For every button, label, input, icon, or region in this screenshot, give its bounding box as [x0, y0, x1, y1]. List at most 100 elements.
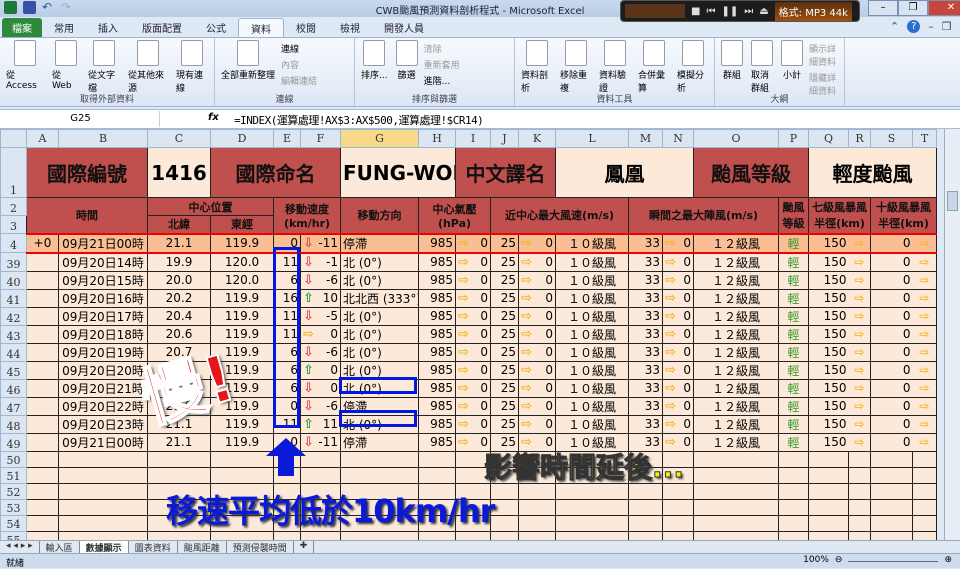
empty-cell[interactable] [871, 467, 913, 483]
cell-gust-delta[interactable]: ⇨0 [663, 325, 694, 343]
empty-cell[interactable] [491, 499, 519, 515]
cell-lon[interactable]: 119.9 [211, 307, 274, 325]
cell-wind[interactable]: 25 [491, 379, 519, 397]
workbook-restore-icon[interactable]: ❐ [942, 20, 952, 33]
column-header-O[interactable]: O [694, 130, 779, 148]
select-all-corner[interactable] [1, 130, 27, 148]
cell-ty-level[interactable]: 輕 [779, 379, 809, 397]
cell-time[interactable]: 09月20日16時 [59, 289, 148, 307]
cell-gust-level[interactable]: １２級風 [694, 397, 779, 415]
sheet-tab[interactable]: 預測侵襲時間 [227, 541, 294, 553]
cell-ty-level[interactable]: 輕 [779, 415, 809, 433]
row-header[interactable]: 54 [1, 515, 27, 531]
cell-ty-level[interactable]: 輕 [779, 271, 809, 289]
tab-3[interactable]: 版面配置 [130, 18, 194, 37]
cell-ty-level[interactable]: 輕 [779, 289, 809, 307]
row-header[interactable]: 1 [1, 148, 27, 198]
cell-offset[interactable] [27, 415, 59, 433]
cell-gust[interactable]: 33 [629, 397, 663, 415]
empty-cell[interactable] [556, 515, 629, 531]
name-box[interactable]: G25 [2, 111, 160, 127]
cell-speed-delta[interactable]: ⇩-6 [301, 343, 341, 361]
row-header[interactable]: 53 [1, 499, 27, 515]
next-icon[interactable]: ⏭ [744, 6, 753, 17]
empty-cell[interactable] [341, 451, 419, 467]
empty-cell[interactable] [301, 451, 341, 467]
cell-r7[interactable]: 150 [809, 234, 849, 253]
cell-ty-level[interactable]: 輕 [779, 325, 809, 343]
empty-cell[interactable] [779, 515, 809, 531]
insert-sheet-icon[interactable]: ✚ [294, 541, 315, 553]
empty-cell[interactable] [694, 515, 779, 531]
cell-wind-level[interactable]: １０級風 [556, 271, 629, 289]
tab-1[interactable]: 常用 [42, 18, 86, 37]
cell-time[interactable]: 09月20日22時 [59, 397, 148, 415]
cell-gust-delta[interactable]: ⇨0 [663, 307, 694, 325]
empty-cell[interactable] [629, 515, 663, 531]
eject-icon[interactable]: ⏏ [759, 6, 768, 17]
column-header-M[interactable]: M [629, 130, 663, 148]
cell-r7[interactable]: 150 [809, 253, 849, 272]
empty-cell[interactable] [913, 451, 937, 467]
minimize-button[interactable]: – [868, 0, 898, 16]
cell-speed-delta[interactable]: ⇩0 [301, 379, 341, 397]
empty-cell[interactable] [27, 467, 59, 483]
cell-r7[interactable]: 150 [809, 433, 849, 451]
r10-header[interactable]: 十級風暴風半徑(km) [871, 198, 937, 234]
cell-gust-level[interactable]: １２級風 [694, 289, 779, 307]
workbook-minimize-icon[interactable]: – [928, 20, 934, 33]
cell-gust-delta[interactable]: ⇨0 [663, 361, 694, 379]
cell-r10[interactable]: 0 [871, 234, 913, 253]
cell-wind-level[interactable]: １０級風 [556, 415, 629, 433]
cell-wind-delta[interactable]: ⇨0 [519, 234, 556, 253]
cell-gust-level[interactable]: １２級風 [694, 234, 779, 253]
cell-speed-delta[interactable]: ⇧11 [301, 415, 341, 433]
cell-wind[interactable]: 25 [491, 325, 519, 343]
cell-offset[interactable] [27, 397, 59, 415]
r7-header[interactable]: 七級風暴風半徑(km) [809, 198, 871, 234]
row-header[interactable]: 4 [1, 234, 27, 253]
cell-gust-level[interactable]: １２級風 [694, 253, 779, 272]
restore-button[interactable]: ❐ [898, 0, 928, 16]
empty-cell[interactable] [694, 483, 779, 499]
column-header-I[interactable]: I [456, 130, 491, 148]
cell-wind-level[interactable]: １０級風 [556, 397, 629, 415]
row-header[interactable]: 52 [1, 483, 27, 499]
cell-gust-level[interactable]: １２級風 [694, 307, 779, 325]
cell-offset[interactable] [27, 379, 59, 397]
sheet-tab[interactable]: 颱風距離 [178, 541, 227, 553]
cell-wind[interactable]: 25 [491, 343, 519, 361]
empty-cell[interactable] [871, 483, 913, 499]
cell-gust-delta[interactable]: ⇨0 [663, 289, 694, 307]
cell-wind-delta[interactable]: ⇨0 [519, 325, 556, 343]
cell-time[interactable]: 09月20日23時 [59, 415, 148, 433]
cell-lon[interactable]: 119.9 [211, 433, 274, 451]
column-header-F[interactable]: F [301, 130, 341, 148]
ribbon-small-button[interactable]: 連線 [281, 42, 317, 55]
empty-cell[interactable] [27, 515, 59, 531]
column-header-A[interactable]: A [27, 130, 59, 148]
pause-icon[interactable]: ❚❚ [721, 6, 738, 17]
cell-r10[interactable]: 0 [871, 253, 913, 272]
tab-7[interactable]: 檢視 [328, 18, 372, 37]
empty-cell[interactable] [59, 451, 148, 467]
cell-gust-level[interactable]: １２級風 [694, 361, 779, 379]
column-header-B[interactable]: B [59, 130, 148, 148]
cell-speed-delta[interactable]: ⇩-5 [301, 307, 341, 325]
cell-time[interactable]: 09月20日21時 [59, 379, 148, 397]
empty-cell[interactable] [809, 483, 849, 499]
ribbon-small-button[interactable]: 顯示詳細資料 [809, 42, 840, 68]
cell-r7[interactable]: 150 [809, 271, 849, 289]
intl-no[interactable]: 1416 [148, 148, 211, 198]
lon-header[interactable]: 東經 [211, 216, 274, 234]
cell-ty-level[interactable]: 輕 [779, 343, 809, 361]
column-header-E[interactable]: E [274, 130, 301, 148]
empty-cell[interactable] [341, 467, 419, 483]
cell-r10[interactable]: 0 [871, 343, 913, 361]
cell-direction[interactable]: 北北西 (333°) [341, 289, 419, 307]
empty-cell[interactable] [27, 499, 59, 515]
empty-cell[interactable] [849, 451, 871, 467]
cell-speed-delta[interactable]: ⇩-11 [301, 433, 341, 451]
cell-gust-level[interactable]: １２級風 [694, 433, 779, 451]
cell-offset[interactable] [27, 343, 59, 361]
